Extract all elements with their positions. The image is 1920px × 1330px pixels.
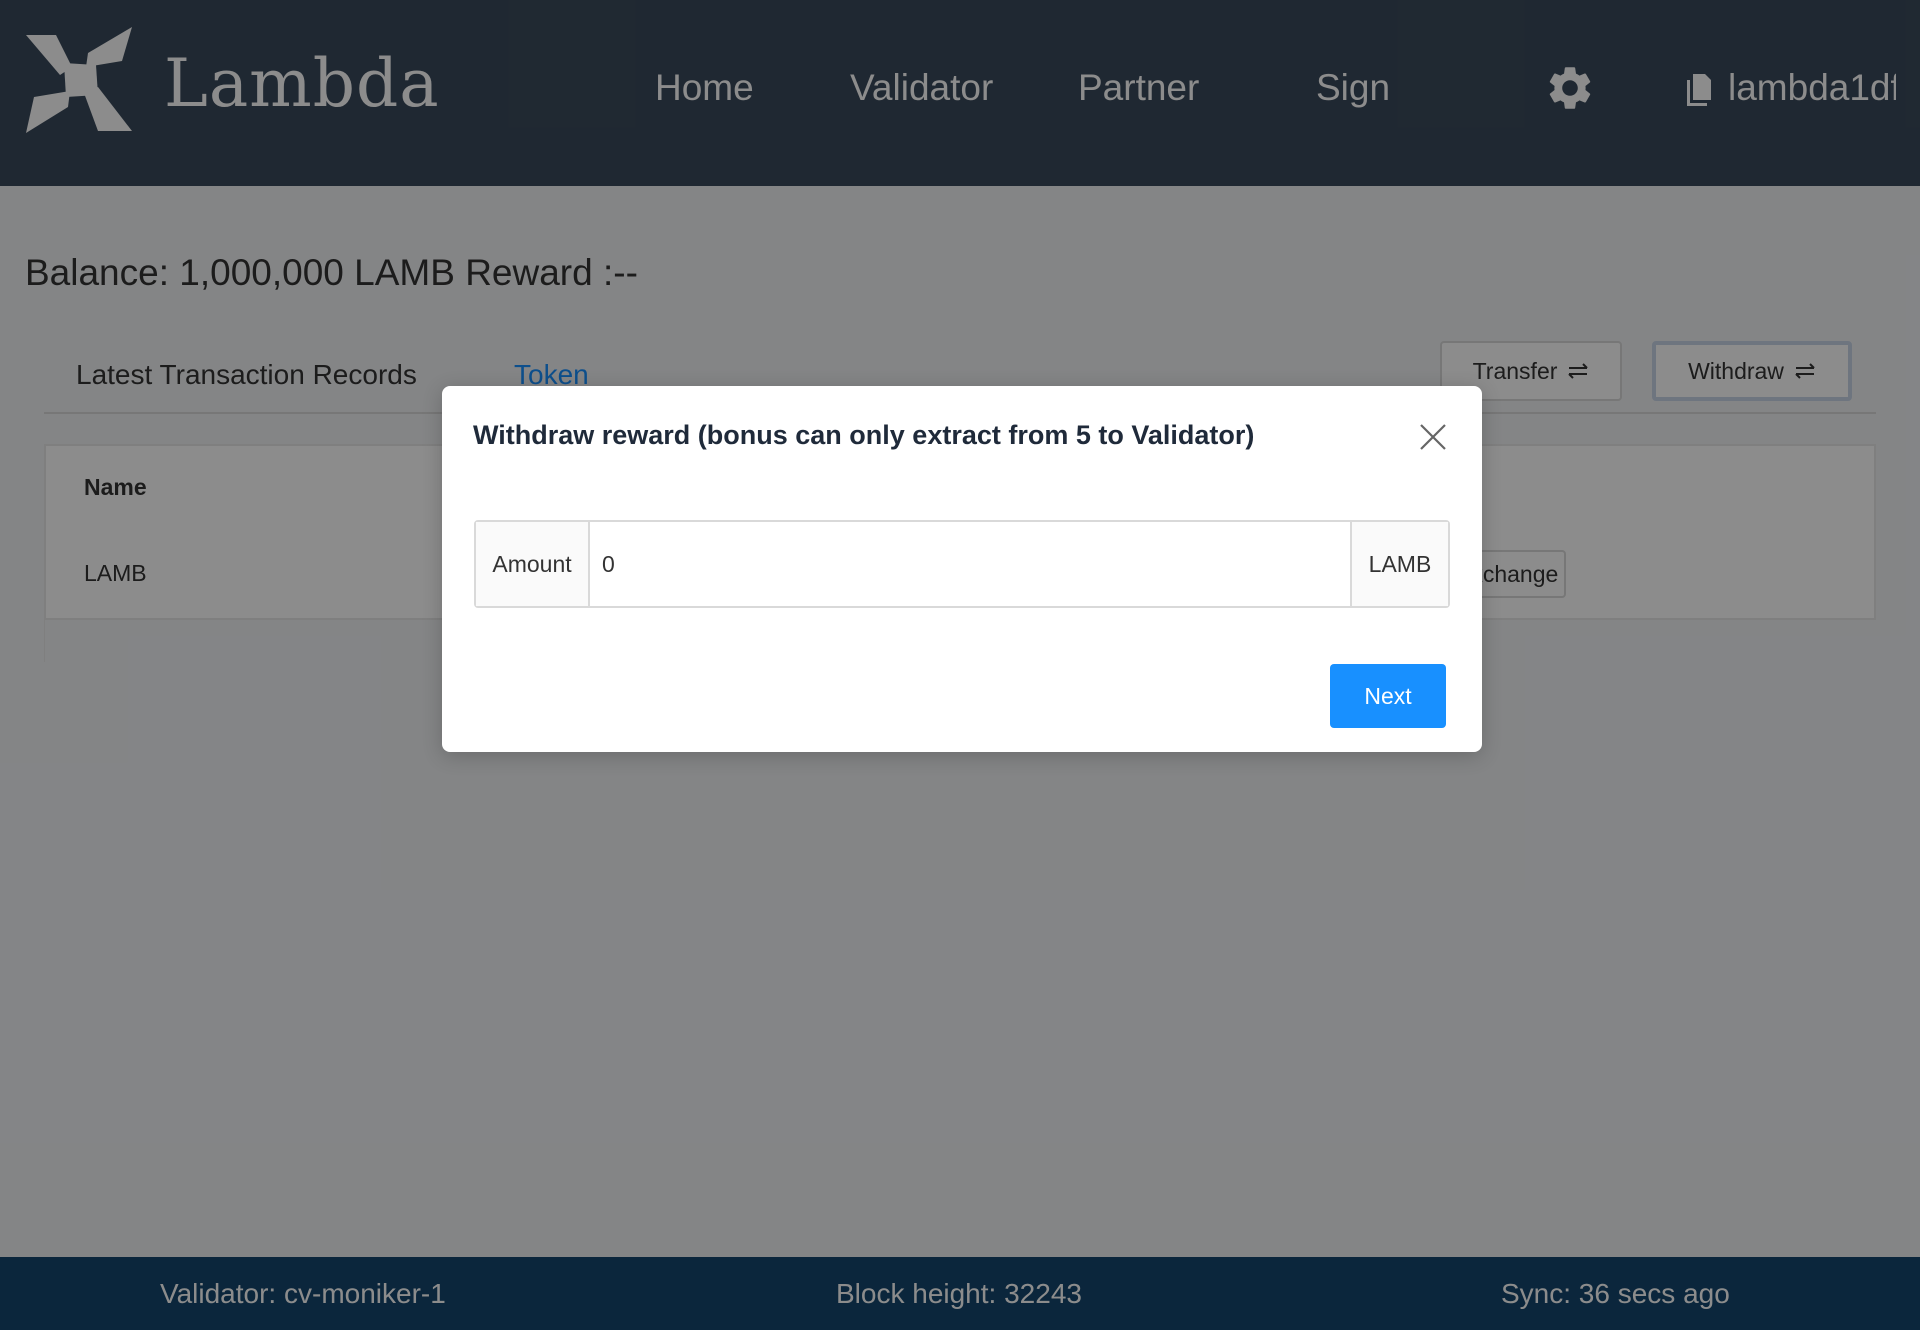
dialog-title: Withdraw reward (bonus can only extract … (473, 420, 1255, 450)
unit-label: LAMB (1350, 522, 1448, 606)
amount-input-group: Amount LAMB (474, 520, 1450, 608)
amount-label: Amount (476, 522, 590, 606)
withdraw-reward-dialog: Withdraw reward (bonus can only extract … (442, 386, 1482, 752)
amount-input[interactable] (590, 522, 1350, 606)
close-icon[interactable] (1418, 422, 1448, 452)
next-button[interactable]: Next (1330, 664, 1446, 728)
